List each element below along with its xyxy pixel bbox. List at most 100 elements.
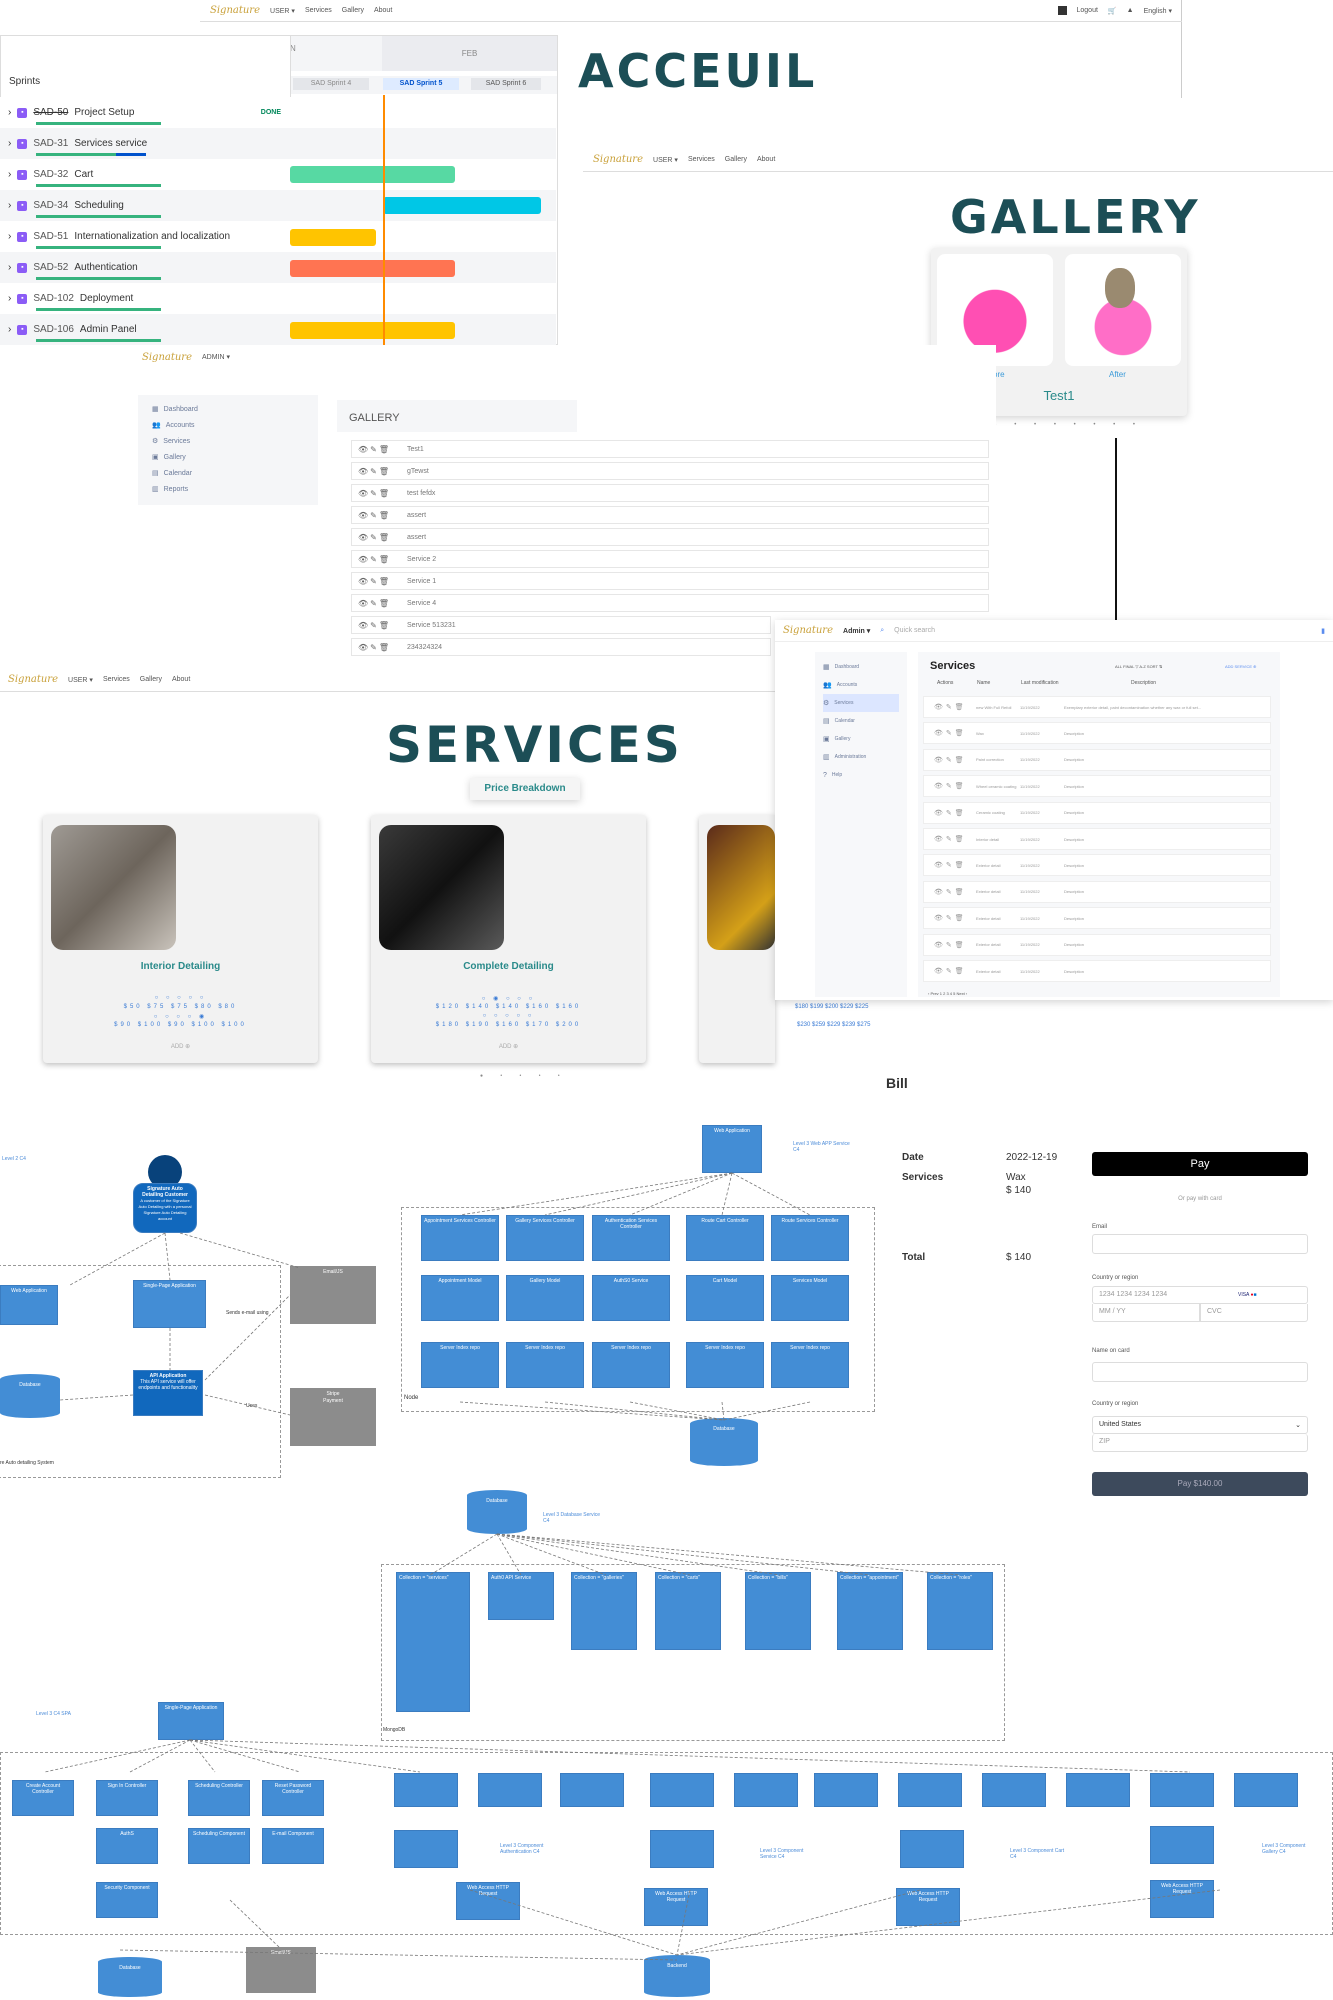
view-edit-delete-icons[interactable]: 👁✎🗑 — [352, 577, 407, 586]
table-row[interactable]: 👁✎🗑 Exterior detail 11/19/2022 Description — [923, 907, 1271, 930]
table-row[interactable]: 👁✎🗑 Exterior detail 11/19/2022 Description — [923, 960, 1271, 982]
apple-pay-button[interactable]: Pay — [1092, 1152, 1308, 1176]
gantt-bar-i18n[interactable] — [290, 229, 376, 246]
gantt-bar-auth[interactable] — [290, 260, 455, 277]
row-action-icons[interactable]: 👁✎🗑 — [924, 729, 976, 737]
logo[interactable]: Signature — [783, 625, 833, 636]
nav-gallery[interactable]: Gallery — [342, 7, 364, 14]
user-icon[interactable]: ▲ — [1127, 7, 1134, 14]
email-field[interactable] — [1092, 1234, 1308, 1254]
sidebar-item-administration[interactable]: ▥ Administration — [823, 748, 899, 766]
service-card[interactable] — [699, 815, 775, 1063]
cart-icon[interactable]: 🛒 — [1108, 7, 1117, 15]
notification-icon[interactable]: ▮ — [1321, 627, 1325, 635]
nav-user[interactable]: USER ▾ — [68, 676, 93, 684]
nav-gallery[interactable]: Gallery — [140, 676, 162, 683]
list-item[interactable]: 👁✎🗑 test fefdx — [351, 484, 989, 502]
sidebar-item-dashboard[interactable]: ▦ Dashboard — [823, 658, 899, 676]
nav-user[interactable]: USER ▾ — [270, 7, 295, 15]
price-breakdown-button[interactable]: Price Breakdown — [470, 778, 580, 800]
nav-about[interactable]: About — [172, 676, 190, 683]
nav-gallery[interactable]: Gallery — [725, 156, 747, 163]
carousel-dots[interactable]: ● • • • • — [480, 1073, 568, 1079]
sprint-5[interactable]: SAD Sprint 5 — [383, 78, 459, 90]
expiry-field[interactable]: MM / YY — [1092, 1304, 1200, 1322]
nav-about[interactable]: About — [757, 156, 775, 163]
price-radios[interactable]: ○ ○ ○ ○ ○ — [371, 1013, 646, 1019]
nav-services[interactable]: Services — [305, 7, 332, 14]
sidebar-item-gallery[interactable]: ▣ Gallery — [823, 730, 899, 748]
list-item[interactable]: 👁✎🗑 assert — [351, 506, 989, 524]
admin-menu[interactable]: Admin ▾ — [843, 627, 870, 635]
search-input[interactable]: Quick search — [894, 627, 935, 634]
price-radios[interactable]: ○ ◉ ○ ○ ○ — [371, 995, 646, 1002]
issue-key[interactable]: SAD-31 — [33, 138, 68, 149]
logo[interactable]: Signature — [210, 5, 260, 16]
nav-language[interactable]: English ▾ — [1144, 7, 1172, 15]
gantt-bar-scheduling[interactable] — [383, 197, 541, 214]
issue-key[interactable]: SAD-32 — [33, 169, 68, 180]
price-radios[interactable]: ○ ○ ○ ○ ○ — [43, 995, 318, 1001]
list-item[interactable]: 👁✎🗑 Service 513231 — [351, 616, 771, 634]
sidebar-item-accounts[interactable]: 👥 Accounts — [152, 417, 304, 433]
row-action-icons[interactable]: 👁✎🗑 — [924, 941, 976, 949]
gantt-bar-cart[interactable] — [290, 166, 455, 183]
list-item[interactable]: 👁✎🗑 assert — [351, 528, 989, 546]
row-action-icons[interactable]: 👁✎🗑 — [924, 914, 976, 922]
carousel-dots[interactable]: ● • • • • • • • — [993, 422, 1143, 428]
table-row[interactable]: 👁✎🗑 Interior detail 11/19/2022 Description — [923, 828, 1271, 850]
service-card[interactable]: Complete Detailing ○ ◉ ○ ○ ○ $120 $140 $… — [371, 815, 646, 1063]
view-edit-delete-icons[interactable]: 👁✎🗑 — [352, 489, 407, 498]
timeline-row[interactable]: › ▪ SAD-32 Cart — [0, 159, 556, 190]
sidebar-item-calendar[interactable]: ▤ Calendar — [823, 712, 899, 730]
view-edit-delete-icons[interactable]: 👁✎🗑 — [352, 555, 407, 564]
table-row[interactable]: 👁✎🗑 Exterior detail 11/19/2022 Description — [923, 880, 1271, 903]
logo[interactable]: Signature — [8, 674, 58, 685]
sidebar-item-services[interactable]: ⚙ Services — [152, 433, 304, 449]
sidebar-item-calendar[interactable]: ▤ Calendar — [152, 465, 304, 481]
list-item[interactable]: 👁✎🗑 234324324 — [351, 638, 771, 656]
table-row[interactable]: 👁✎🗑 Wheel ceramic coating 11/19/2022 Descri… — [923, 775, 1271, 798]
list-item[interactable]: 👁✎🗑 Service 4 — [351, 594, 989, 612]
list-item[interactable]: 👁✎🗑 Service 1 — [351, 572, 989, 590]
nav-user[interactable]: USER ▾ — [653, 156, 678, 164]
add-service-button[interactable]: ADD SERVICE ⊕ — [1225, 664, 1257, 669]
sidebar-item-reports[interactable]: ▥ Reports — [152, 481, 304, 497]
issue-key[interactable]: SAD-52 — [33, 262, 68, 273]
view-edit-delete-icons[interactable]: 👁✎🗑 — [352, 599, 407, 608]
view-edit-delete-icons[interactable]: 👁✎🗑 — [352, 621, 407, 630]
list-item[interactable]: 👁✎🗑 Service 2 — [351, 550, 989, 568]
row-action-icons[interactable]: 👁✎🗑 — [924, 967, 976, 975]
issue-key[interactable]: SAD-50 — [33, 107, 68, 118]
sidebar-item-accounts[interactable]: 👥 Accounts — [823, 676, 899, 694]
row-action-icons[interactable]: 👁✎🗑 — [924, 703, 976, 711]
view-edit-delete-icons[interactable]: 👁✎🗑 — [352, 445, 407, 454]
row-action-icons[interactable]: 👁✎🗑 — [924, 756, 976, 764]
nav-logout[interactable]: Logout — [1077, 7, 1098, 14]
sidebar-item-services[interactable]: ⚙ Services — [823, 694, 899, 712]
table-row[interactable]: 👁✎🗑 new With Full Refoil 11/19/2022 Exempla… — [923, 696, 1271, 718]
price-radios[interactable]: ○ ○ ○ ○ ◉ — [43, 1013, 318, 1020]
row-action-icons[interactable]: 👁✎🗑 — [924, 809, 976, 817]
service-card[interactable]: Interior Detailing ○ ○ ○ ○ ○ $50 $75 $75… — [43, 815, 318, 1063]
timeline-row[interactable]: › ▪ SAD-52 Authentication — [0, 252, 556, 283]
filter-bar[interactable]: ALL FINAL ▽ A-Z SORT ⇅ — [1115, 664, 1162, 669]
sidebar-item-dashboard[interactable]: ▦ Dashboard — [152, 401, 304, 417]
sidebar-item-help[interactable]: ? Help — [823, 766, 899, 784]
admin-menu[interactable]: ADMIN ▾ — [202, 353, 230, 361]
issue-key[interactable]: SAD-106 — [33, 324, 74, 335]
timeline-row[interactable]: › ▪ SAD-102 Deployment — [0, 283, 556, 314]
sidebar-item-gallery[interactable]: ▣ Gallery — [152, 449, 304, 465]
row-action-icons[interactable]: 👁✎🗑 — [924, 888, 976, 896]
row-action-icons[interactable]: 👁✎🗑 — [924, 835, 976, 843]
view-edit-delete-icons[interactable]: 👁✎🗑 — [352, 511, 407, 520]
pagination[interactable]: ‹ Prev 1 2 3 4 5 Next › — [928, 991, 967, 996]
sprint-4[interactable]: SAD Sprint 4 — [293, 78, 369, 90]
nav-services[interactable]: Services — [688, 156, 715, 163]
logo[interactable]: Signature — [593, 154, 643, 165]
view-edit-delete-icons[interactable]: 👁✎🗑 — [352, 533, 407, 542]
timeline-row[interactable]: › ▪ SAD-106 Admin Panel — [0, 314, 556, 345]
timeline-row[interactable]: › ▪ SAD-51 Internationalization and localiz… — [0, 221, 556, 252]
add-button[interactable]: ADD ⊕ — [43, 1043, 318, 1050]
issue-key[interactable]: SAD-102 — [33, 293, 74, 304]
